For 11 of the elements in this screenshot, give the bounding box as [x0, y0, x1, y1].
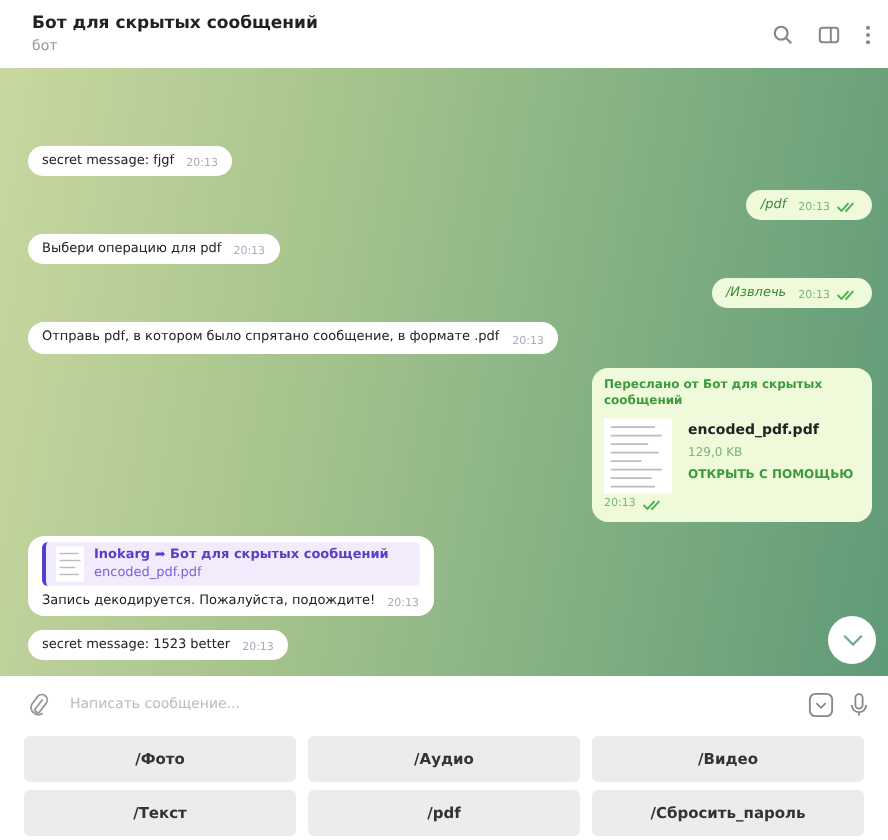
panel-icon[interactable] — [818, 23, 840, 45]
attach-icon[interactable] — [28, 691, 50, 717]
search-icon[interactable] — [772, 23, 794, 45]
more-icon[interactable] — [864, 23, 872, 45]
document-thumbnail-icon — [56, 545, 84, 582]
microphone-icon[interactable] — [850, 691, 868, 717]
chevron-down-icon — [841, 633, 863, 647]
scroll-down-button[interactable] — [828, 616, 876, 664]
keyboard-toggle-icon[interactable] — [808, 691, 834, 717]
document-thumbnail-icon — [604, 418, 672, 495]
chat-title: Бот для скрытых сообщений — [32, 14, 320, 34]
